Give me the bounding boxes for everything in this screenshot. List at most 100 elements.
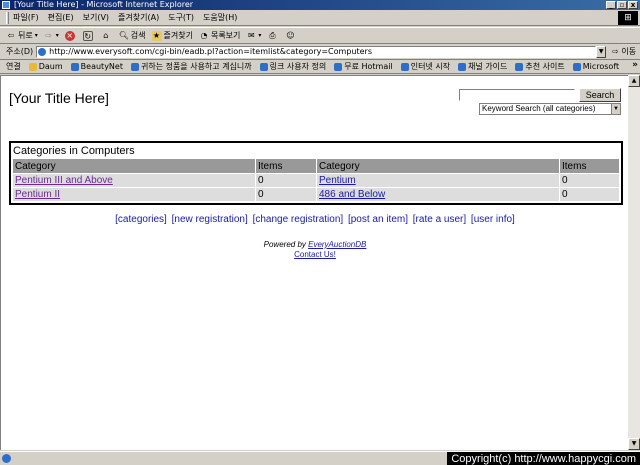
chevron-down-icon: ▾ bbox=[55, 32, 59, 39]
powered-prefix: Powered by bbox=[263, 240, 309, 249]
links-bar: 연결 Daum BeautyNet 귀하는 정품을 사용하고 계십니까 링크 사… bbox=[0, 60, 640, 74]
copyright-overlay: Copyright(c) http://www.happycgi.com bbox=[447, 452, 640, 465]
ie-page-icon bbox=[259, 62, 268, 71]
messenger-button[interactable]: ☺ bbox=[285, 31, 297, 41]
vertical-scrollbar[interactable]: ▲ ▼ bbox=[628, 75, 640, 450]
menu-favorites[interactable]: 즐겨찾기(A) bbox=[118, 12, 159, 23]
page-content: [Your Title Here] Search Keyword Search … bbox=[0, 75, 628, 450]
address-input[interactable]: http://www.everysoft.com/cgi-bin/eadb.pl… bbox=[36, 45, 597, 58]
search-input[interactable] bbox=[459, 89, 575, 101]
chevron-down-icon: ▼ bbox=[611, 104, 620, 114]
link-microsoft[interactable]: Microsoft bbox=[572, 62, 619, 71]
category-link[interactable]: Pentium II bbox=[15, 189, 60, 200]
category-link[interactable]: Pentium III and Above bbox=[15, 175, 113, 186]
nav-rate-user[interactable]: [rate a user] bbox=[413, 214, 466, 225]
nav-categories[interactable]: [categories] bbox=[115, 214, 167, 225]
nav-post-item[interactable]: [post an item] bbox=[348, 214, 408, 225]
refresh-icon: ↻ bbox=[82, 30, 93, 41]
link-genuine[interactable]: 귀하는 정품을 사용하고 계십니까 bbox=[130, 61, 252, 72]
toolbar-grip bbox=[6, 11, 9, 24]
print-icon: ⎙ bbox=[269, 30, 276, 40]
link-channel-guide[interactable]: 채널 가이드 bbox=[458, 61, 507, 72]
category-cell: Pentium bbox=[317, 174, 559, 187]
close-button[interactable]: x bbox=[628, 1, 638, 9]
link-internet-start-label: 인터넷 시작 bbox=[410, 62, 451, 71]
contact-link[interactable]: Contact Us! bbox=[294, 250, 336, 259]
link-beautynet[interactable]: BeautyNet bbox=[70, 62, 123, 71]
menu-edit[interactable]: 편집(E) bbox=[48, 12, 74, 23]
minimize-button[interactable]: _ bbox=[606, 1, 616, 9]
home-button[interactable]: ⌂ bbox=[101, 31, 113, 41]
nav-user-info[interactable]: [user info] bbox=[471, 214, 515, 225]
category-cell: Pentium II bbox=[13, 188, 255, 201]
go-button[interactable]: ⇨ 이동 bbox=[612, 46, 636, 57]
search-type-select[interactable]: Keyword Search (all categories) ▼ bbox=[479, 103, 621, 115]
link-channel-guide-label: 채널 가이드 bbox=[468, 62, 508, 71]
category-link[interactable]: 486 and Below bbox=[319, 189, 385, 200]
scroll-down-icon[interactable]: ▼ bbox=[628, 438, 640, 450]
link-recommended[interactable]: 추천 사이트 bbox=[515, 61, 565, 72]
link-hotmail[interactable]: 무료 Hotmail bbox=[334, 61, 393, 72]
link-customize[interactable]: 링크 사용자 정의 bbox=[259, 61, 327, 72]
column-header: Items bbox=[560, 159, 619, 173]
table-row: Pentium II 0 486 and Below 0 bbox=[13, 188, 619, 201]
nav-links: [categories] [new registration] [change … bbox=[1, 214, 629, 225]
ie-page-icon bbox=[334, 62, 343, 71]
search-button[interactable]: 🔍︎ 검색 bbox=[119, 30, 146, 41]
scroll-up-icon[interactable]: ▲ bbox=[628, 75, 640, 87]
link-hotmail-label: 무료 Hotmail bbox=[344, 62, 393, 71]
daum-icon bbox=[28, 62, 37, 71]
link-customize-label: 링크 사용자 정의 bbox=[269, 62, 327, 71]
links-label: 연결 bbox=[6, 62, 21, 71]
contact-line: Contact Us! bbox=[1, 250, 629, 259]
link-internet-start[interactable]: 인터넷 시작 bbox=[400, 61, 451, 72]
windows-logo-icon: ⊞ bbox=[618, 11, 638, 25]
column-header: Category bbox=[317, 159, 559, 173]
address-dropdown[interactable]: ▼ bbox=[596, 45, 607, 58]
back-button[interactable]: ⇦ 뒤로 ▾ bbox=[6, 30, 38, 41]
history-button[interactable]: ◔ 목록보기 bbox=[199, 30, 240, 41]
link-daum[interactable]: Daum bbox=[28, 62, 63, 71]
address-label: 주소(D) bbox=[6, 47, 34, 56]
address-bar: 주소(D) http://www.everysoft.com/cgi-bin/e… bbox=[0, 44, 640, 60]
link-beautynet-label: BeautyNet bbox=[80, 62, 123, 71]
table-row: Pentium III and Above 0 Pentium 0 bbox=[13, 174, 619, 187]
menu-view[interactable]: 보기(V) bbox=[83, 12, 109, 23]
menu-help[interactable]: 도움말(H) bbox=[203, 12, 237, 23]
ie-page-icon bbox=[515, 62, 524, 71]
forward-button[interactable]: ⇨ ▾ bbox=[44, 30, 59, 41]
nav-change-registration[interactable]: [change registration] bbox=[253, 214, 344, 225]
home-icon: ⌂ bbox=[103, 30, 109, 40]
categories-table: Category Items Category Items Pentium II… bbox=[12, 158, 620, 202]
menu-tools[interactable]: 도구(T) bbox=[168, 12, 194, 23]
categories-title: Categories in Computers bbox=[13, 145, 135, 157]
link-recommended-label: 추천 사이트 bbox=[525, 62, 565, 71]
history-label: 목록보기 bbox=[210, 31, 241, 40]
column-header: Category bbox=[13, 159, 255, 173]
category-link[interactable]: Pentium bbox=[319, 175, 356, 186]
powered-link[interactable]: EveryAuctionDB bbox=[308, 240, 366, 249]
search-submit-button[interactable]: Search bbox=[579, 88, 621, 102]
chevron-down-icon: ▾ bbox=[34, 32, 38, 39]
menu-file[interactable]: 파일(F) bbox=[13, 12, 39, 23]
favorites-button[interactable]: ★ 즐겨찾기 bbox=[151, 30, 193, 41]
nav-new-registration[interactable]: [new registration] bbox=[172, 214, 248, 225]
refresh-button[interactable]: ↻ bbox=[82, 30, 95, 41]
forward-arrow-icon: ⇨ bbox=[45, 30, 53, 40]
back-arrow-icon: ⇦ bbox=[7, 30, 15, 40]
mail-button[interactable]: ✉ ▾ bbox=[246, 31, 261, 41]
go-label: 이동 bbox=[621, 47, 637, 56]
link-genuine-label: 귀하는 정품을 사용하고 계십니까 bbox=[140, 62, 252, 71]
print-button[interactable]: ⎙ bbox=[267, 31, 279, 41]
items-count: 0 bbox=[256, 188, 316, 201]
table-header-row: Category Items Category Items bbox=[13, 159, 619, 173]
go-icon: ⇨ bbox=[612, 47, 619, 56]
column-header: Items bbox=[256, 159, 316, 173]
maximize-button[interactable]: ▫ bbox=[617, 1, 627, 9]
items-count: 0 bbox=[560, 188, 619, 201]
links-more-button[interactable]: » bbox=[632, 60, 638, 70]
ie-page-icon bbox=[400, 62, 409, 71]
history-icon: ◔ bbox=[200, 30, 208, 40]
category-cell: Pentium III and Above bbox=[13, 174, 255, 187]
stop-button[interactable]: × bbox=[64, 30, 77, 41]
